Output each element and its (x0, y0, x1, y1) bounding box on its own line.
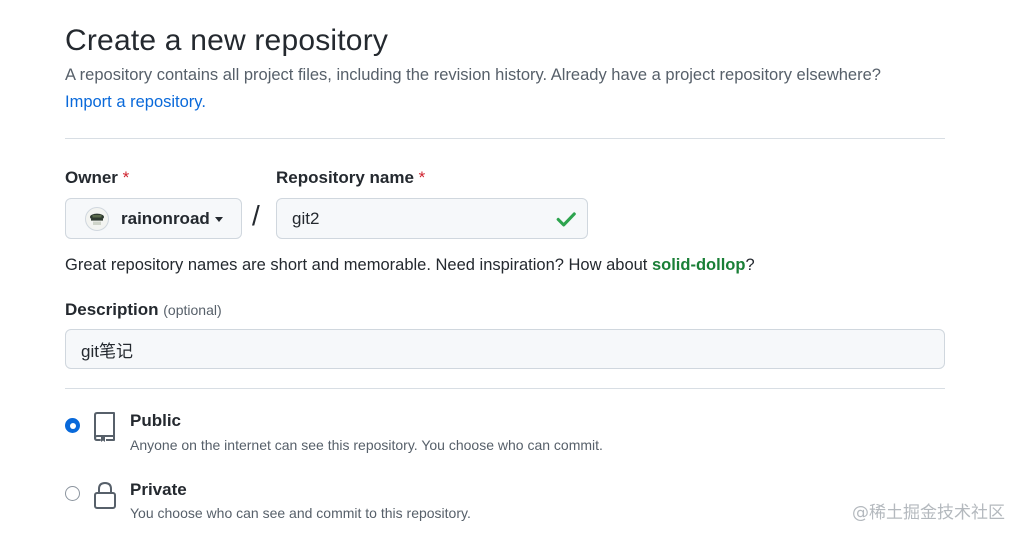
name-hint-text: Great repository names are short and mem… (65, 256, 652, 274)
owner-label-text: Owner (65, 168, 118, 187)
private-radio[interactable] (65, 486, 80, 501)
public-radio[interactable] (65, 418, 80, 433)
avatar (85, 206, 109, 231)
repository-name-input[interactable] (276, 198, 588, 239)
divider (65, 138, 945, 139)
owner-label: Owner * (65, 168, 129, 188)
optional-note: (optional) (163, 302, 222, 318)
owner-select-button[interactable]: rainonroad (65, 198, 242, 239)
name-hint: Great repository names are short and mem… (65, 256, 755, 275)
description-input[interactable] (65, 329, 945, 369)
private-option-label[interactable]: Private (130, 480, 187, 500)
watermark: @稀土掘金技术社区 (852, 503, 1005, 523)
public-option-description: Anyone on the internet can see this repo… (130, 437, 603, 453)
public-option-label[interactable]: Public (130, 411, 181, 431)
page-title: Create a new repository (65, 24, 389, 57)
check-icon (556, 212, 576, 227)
name-hint-suffix: ? (745, 256, 755, 274)
avatar-icon (90, 213, 104, 225)
repository-name-label-text: Repository name (276, 168, 414, 187)
required-marker: * (418, 168, 426, 187)
create-repo-page: Create a new repository A repository con… (0, 0, 1022, 536)
owner-name: rainonroad (121, 208, 210, 228)
description-label: Description (optional) (65, 300, 222, 320)
import-repository-link[interactable]: Import a repository. (65, 93, 206, 112)
name-suggestion-link[interactable]: solid-dollop (652, 256, 745, 274)
required-marker: * (122, 168, 130, 187)
chevron-down-icon (214, 217, 223, 222)
lock-icon (94, 481, 116, 509)
private-option-description: You choose who can see and commit to thi… (130, 505, 471, 521)
owner-repo-separator: / (252, 200, 260, 231)
divider (65, 388, 945, 389)
repo-icon (94, 412, 115, 442)
page-subtitle: A repository contains all project files,… (65, 66, 881, 84)
description-label-text: Description (65, 300, 159, 319)
repository-name-label: Repository name * (276, 168, 425, 188)
